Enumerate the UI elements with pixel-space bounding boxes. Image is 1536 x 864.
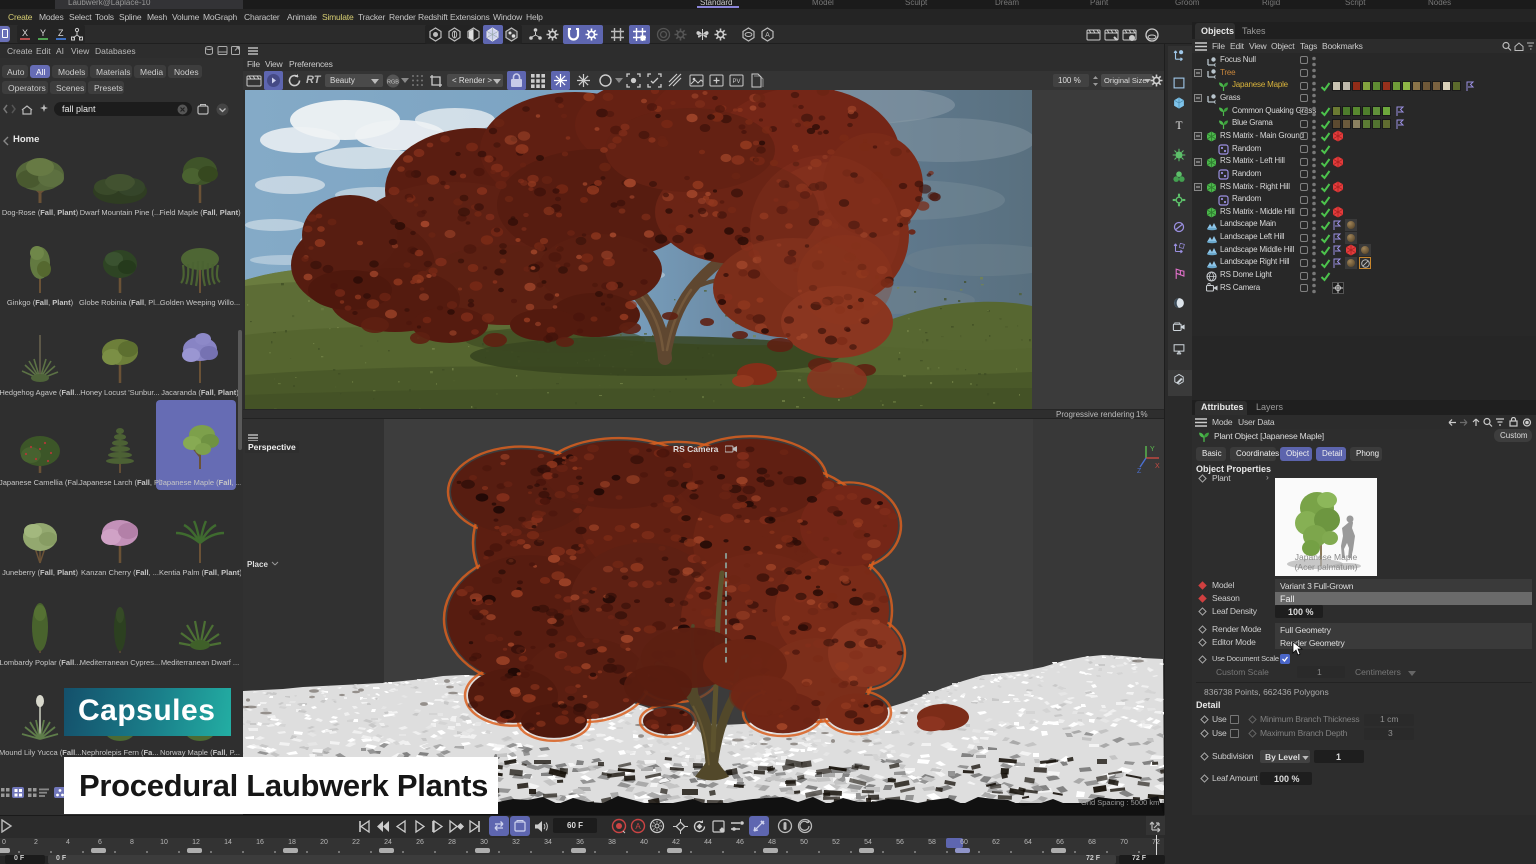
svg-text:A: A <box>635 822 641 831</box>
svg-text:Y: Y <box>1150 446 1155 453</box>
svg-text:Japanese Maple: Japanese Maple <box>1295 552 1358 562</box>
svg-text:A: A <box>765 32 770 39</box>
svg-text:X: X <box>1155 463 1160 470</box>
svg-text:PV: PV <box>732 79 740 85</box>
svg-text:RGB: RGB <box>387 80 399 86</box>
svg-text:Z: Z <box>1137 468 1142 474</box>
svg-text:(Acer palmatum): (Acer palmatum) <box>1295 562 1358 572</box>
svg-text:T: T <box>1176 120 1183 132</box>
